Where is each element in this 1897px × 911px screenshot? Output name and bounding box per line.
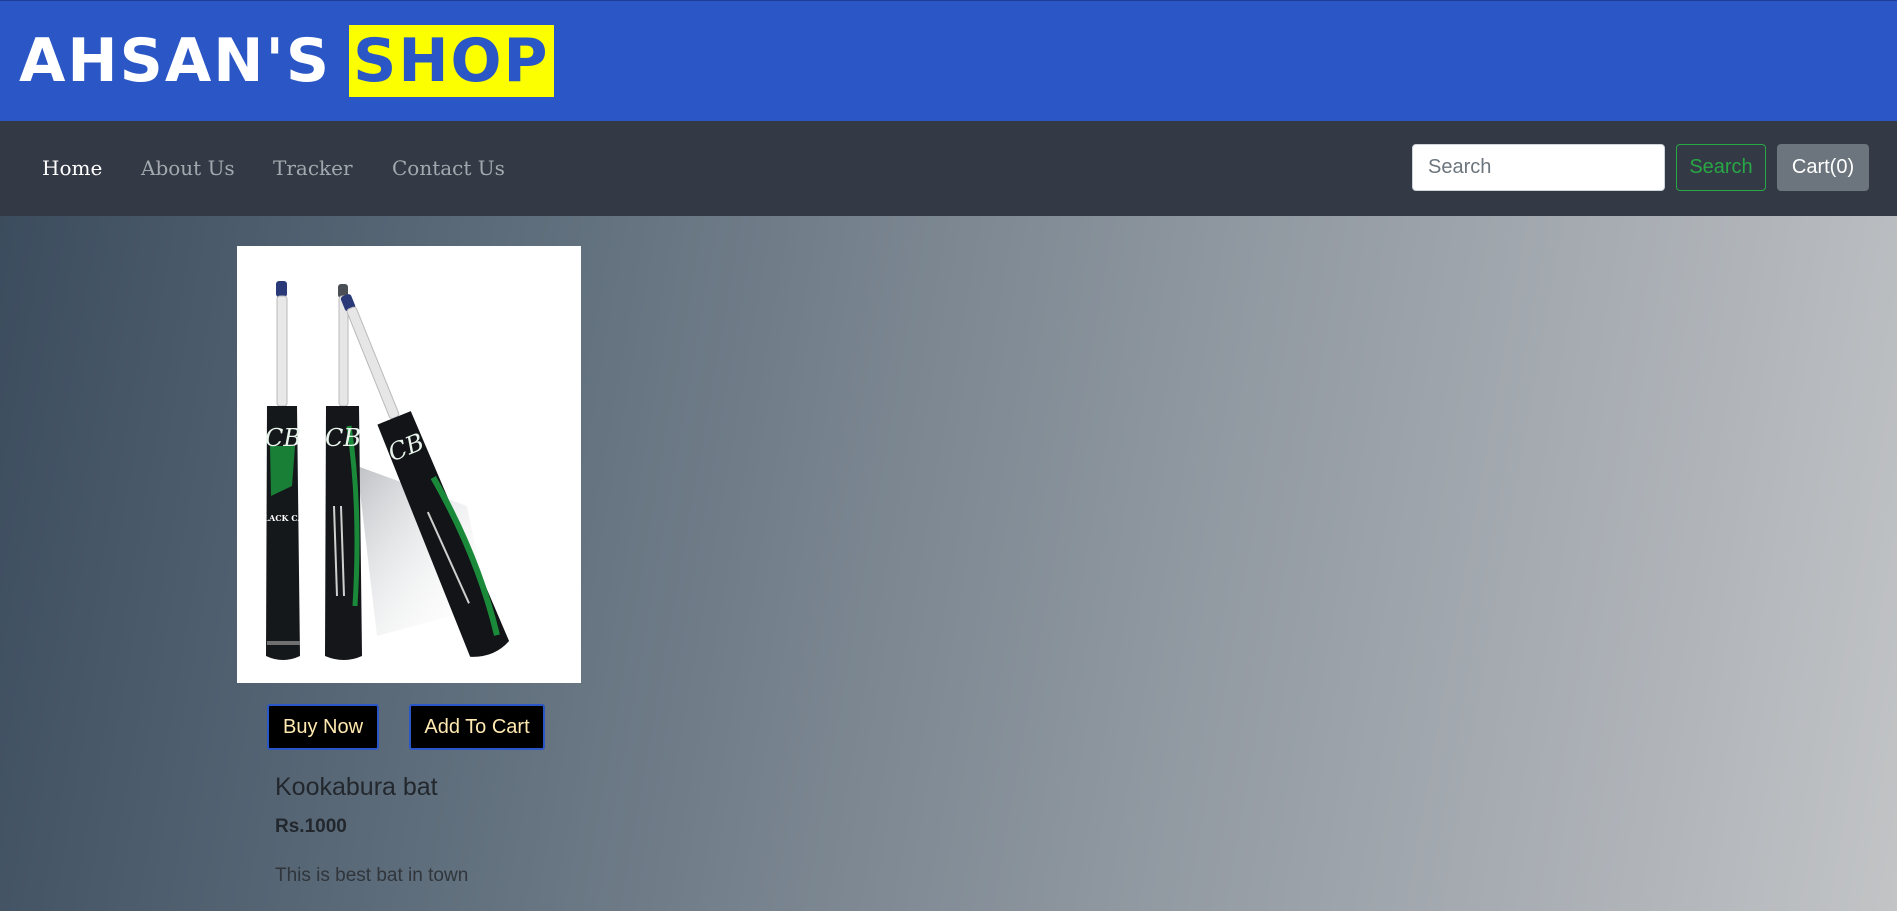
bat-logo-text: CB xyxy=(265,424,301,452)
brand-highlight: SHOP xyxy=(349,25,554,97)
brand-logo[interactable]: AHSAN'S SHOP xyxy=(19,25,554,97)
bat-left: CB BLACK CAT xyxy=(257,281,310,660)
add-to-cart-button[interactable]: Add To Cart xyxy=(409,704,545,750)
product-description: This is best bat in town xyxy=(275,865,469,886)
search-button[interactable]: Search xyxy=(1676,144,1766,191)
bat-middle: CB xyxy=(325,284,362,660)
nav-link-contact-us[interactable]: Contact Us xyxy=(392,121,505,216)
nav-link-tracker[interactable]: Tracker xyxy=(273,121,353,216)
search-input[interactable] xyxy=(1412,144,1665,191)
bat-brand-text: BLACK CAT xyxy=(257,513,310,523)
buy-now-button[interactable]: Buy Now xyxy=(267,704,379,750)
cart-button[interactable]: Cart(0) xyxy=(1777,144,1869,191)
product-price: Rs.1000 xyxy=(275,816,347,837)
nav-link-about-us[interactable]: About Us xyxy=(141,121,235,216)
product-image[interactable]: CB BLACK CAT CB CB xyxy=(237,246,581,683)
cricket-bats-illustration: CB BLACK CAT CB CB xyxy=(257,281,510,660)
brand-header: AHSAN'S SHOP xyxy=(0,0,1897,121)
nav-link-home[interactable]: Home xyxy=(42,121,102,216)
product-name: Kookabura bat xyxy=(275,773,438,801)
brand-name: AHSAN'S xyxy=(19,26,332,96)
svg-text:CB: CB xyxy=(325,424,361,452)
